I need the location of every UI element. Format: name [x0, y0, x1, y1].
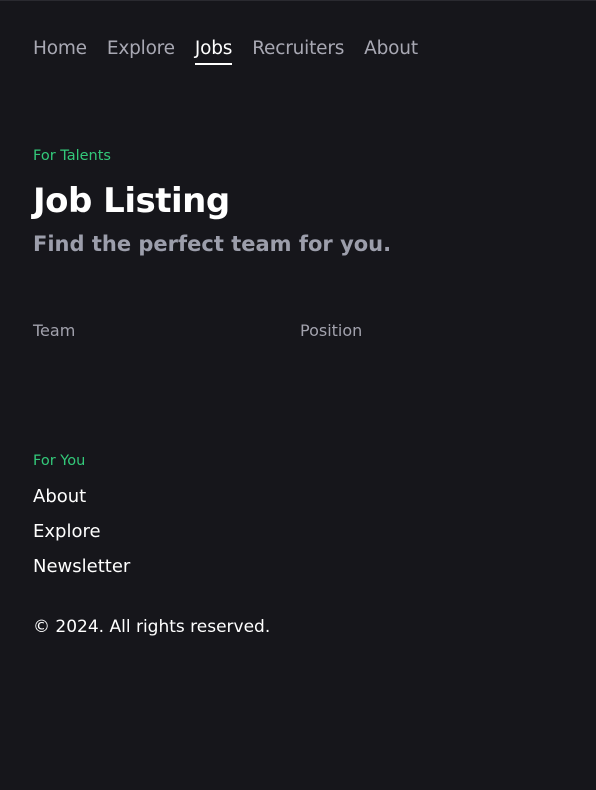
team-filter[interactable]: Team: [33, 321, 300, 340]
position-filter[interactable]: Position: [300, 321, 362, 340]
nav-link-explore[interactable]: Explore: [107, 37, 175, 65]
page-subtitle: Find the perfect team for you.: [33, 232, 392, 256]
footer-eyebrow: For You: [33, 453, 86, 469]
nav-link-recruiters[interactable]: Recruiters: [252, 37, 344, 65]
main-nav: Home Explore Jobs Recruiters About: [33, 37, 418, 65]
copyright: © 2024. All rights reserved.: [33, 617, 271, 637]
footer-link-newsletter[interactable]: Newsletter: [33, 555, 130, 579]
nav-link-jobs[interactable]: Jobs: [194, 37, 232, 65]
hero-eyebrow: For Talents: [33, 148, 111, 164]
job-filters: Team Position: [33, 321, 573, 340]
footer-link-about[interactable]: About: [33, 485, 130, 509]
footer-link-explore[interactable]: Explore: [33, 520, 130, 544]
nav-link-home[interactable]: Home: [33, 37, 87, 65]
footer-links: About Explore Newsletter: [33, 485, 130, 579]
nav-link-about[interactable]: About: [364, 37, 418, 65]
page-title: Job Listing: [33, 181, 230, 221]
